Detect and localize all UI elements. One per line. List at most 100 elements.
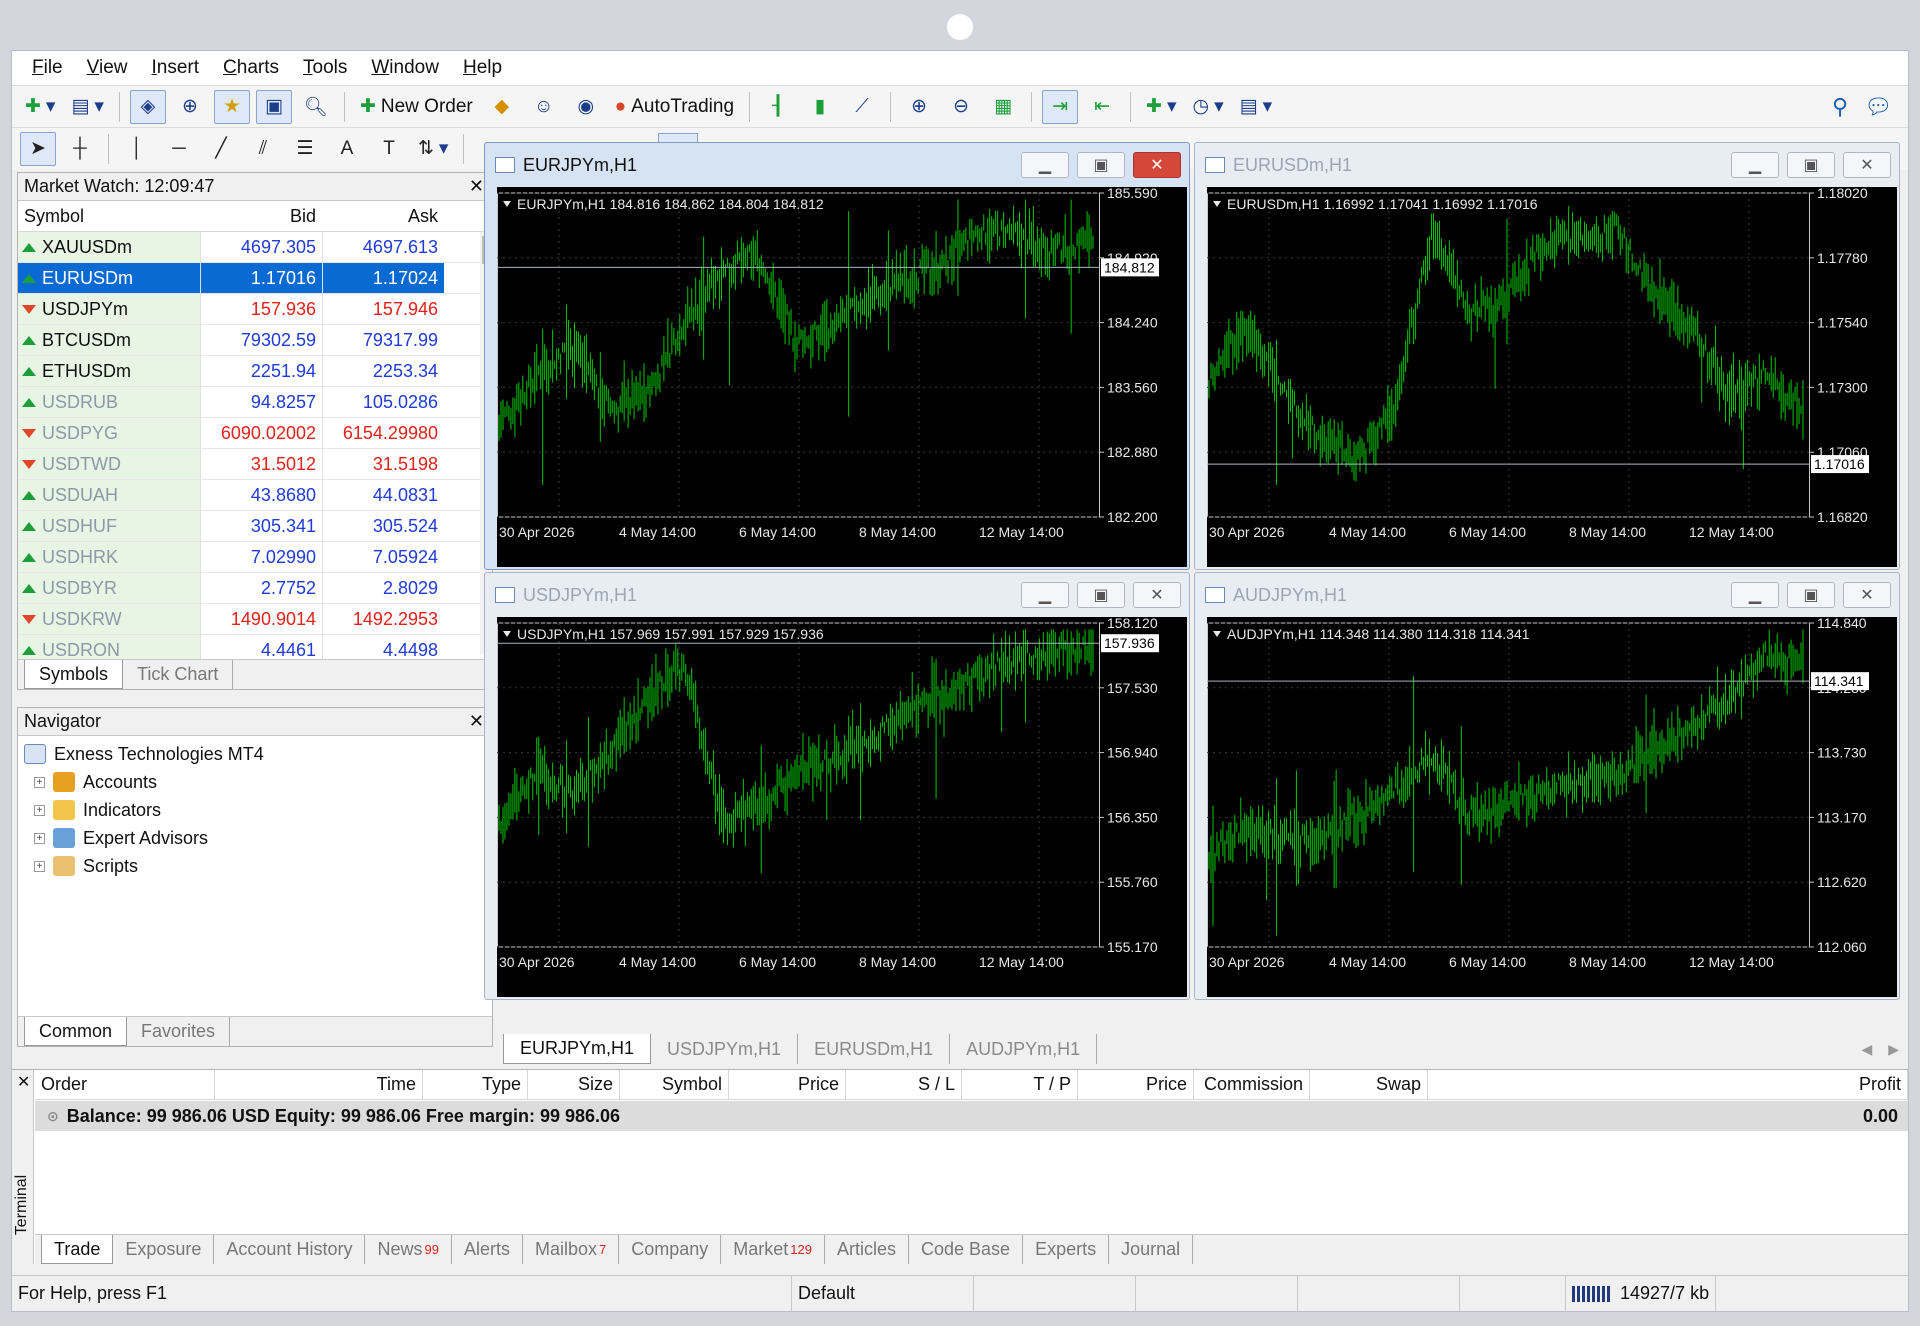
terminal-tab[interactable]: Articles bbox=[825, 1235, 909, 1264]
navigator-item-accounts[interactable]: + Accounts bbox=[24, 768, 492, 796]
trendline-button[interactable]: ╱ bbox=[203, 132, 239, 166]
expand-icon[interactable]: + bbox=[34, 776, 45, 788]
market-watch-row[interactable]: USDUAH 43.8680 44.0831 bbox=[18, 480, 492, 511]
chevron-left-icon[interactable]: ◀ bbox=[1861, 1041, 1872, 1058]
profiles-button[interactable]: ▤ ▾ bbox=[66, 90, 109, 124]
chart-window-titlebar[interactable]: USDJPYm,H1 ▁ ▣ ✕ bbox=[485, 573, 1189, 617]
close-icon[interactable]: ✕ bbox=[469, 711, 484, 732]
market-watch-button[interactable]: ◈ bbox=[129, 89, 166, 124]
maximize-button[interactable]: ▣ bbox=[1787, 152, 1835, 178]
market-watch-row[interactable]: ETHUSDm 2251.94 2253.34 bbox=[18, 356, 492, 387]
minimize-button[interactable]: ▁ bbox=[1731, 152, 1779, 178]
navigator-item-scripts[interactable]: + Scripts bbox=[24, 852, 492, 880]
minimize-button[interactable]: ▁ bbox=[1021, 152, 1069, 178]
menu-view[interactable]: View bbox=[75, 57, 140, 79]
chart-window[interactable]: EURUSDm,H1 ▁ ▣ ✕ 1.18020 1.17780 1.17540 1.1730… bbox=[1194, 142, 1900, 570]
close-button[interactable]: ✕ bbox=[1843, 582, 1891, 608]
chat-icon[interactable]: 💬︎ bbox=[1864, 94, 1892, 120]
close-icon[interactable]: ✕ bbox=[469, 176, 484, 197]
chart-tab[interactable]: USDJPYm,H1 bbox=[651, 1034, 799, 1064]
navigator-root[interactable]: Exness Technologies MT4 bbox=[24, 740, 492, 768]
column-header[interactable]: Order bbox=[35, 1070, 215, 1099]
column-ask[interactable]: Ask bbox=[322, 206, 444, 227]
terminal-button[interactable]: ▣ bbox=[255, 89, 292, 124]
horizontal-line-button[interactable]: ─ bbox=[161, 132, 197, 166]
new-order-button[interactable]: ✚ New Order bbox=[355, 90, 478, 124]
terminal-tab[interactable]: Alerts bbox=[452, 1235, 523, 1264]
zoom-out-button[interactable]: ⊖ bbox=[943, 90, 979, 124]
column-header[interactable]: T / P bbox=[962, 1070, 1078, 1099]
market-watch-row[interactable]: XAUUSDm 4697.305 4697.613 bbox=[18, 232, 492, 263]
expert-button[interactable]: ☺ bbox=[526, 90, 562, 124]
price-chart[interactable]: 114.840114.280113.730113.170112.620112.0… bbox=[1207, 617, 1897, 997]
market-watch-row[interactable]: USDBYR 2.7752 2.8029 bbox=[18, 573, 492, 604]
arrows-button[interactable]: ⇅ ▾ bbox=[413, 132, 453, 166]
status-connection[interactable]: 14927/7 kb bbox=[1566, 1276, 1717, 1311]
column-header[interactable]: Swap bbox=[1310, 1070, 1428, 1099]
market-watch-row[interactable]: EURUSDm 1.17016 1.17024 bbox=[18, 263, 492, 294]
chart-window-titlebar[interactable]: EURUSDm,H1 ▁ ▣ ✕ bbox=[1195, 143, 1899, 187]
market-watch-row[interactable]: USDRUB 94.8257 105.0286 bbox=[18, 387, 492, 418]
terminal-tab[interactable]: Trade bbox=[41, 1235, 114, 1264]
autotrading-button[interactable]: ● AutoTrading bbox=[610, 90, 739, 124]
price-chart[interactable]: 185.590 184.920 184.240 183.560 182.880 182.2… bbox=[497, 187, 1187, 567]
price-chart[interactable]: 1.18020 1.17780 1.17540 1.17300 1.17060 1.168… bbox=[1207, 187, 1897, 567]
chart-window[interactable]: AUDJPYm,H1▁▣✕114.840114.280113.730113.17… bbox=[1194, 572, 1900, 1000]
new-chart-button[interactable]: ✚ ▾ bbox=[20, 90, 60, 124]
navigator-button[interactable]: ★ bbox=[213, 89, 250, 124]
menu-charts[interactable]: Charts bbox=[211, 57, 291, 79]
navigator-item-expert-advisors[interactable]: + Expert Advisors bbox=[24, 824, 492, 852]
status-profile[interactable]: Default bbox=[792, 1276, 974, 1311]
terminal-tab[interactable]: Experts bbox=[1023, 1235, 1110, 1264]
menu-insert[interactable]: Insert bbox=[139, 57, 211, 79]
column-header[interactable]: Type bbox=[423, 1070, 528, 1099]
expand-icon[interactable]: + bbox=[34, 804, 45, 816]
crosshair-button[interactable]: ┼ bbox=[62, 132, 98, 166]
channel-button[interactable]: ⫽ bbox=[245, 132, 281, 166]
terminal-tab[interactable]: Journal bbox=[1109, 1235, 1194, 1264]
column-header[interactable]: Time bbox=[215, 1070, 423, 1099]
tab-favorites[interactable]: Favorites bbox=[127, 1017, 231, 1046]
text-label-button[interactable]: T bbox=[371, 132, 407, 166]
maximize-button[interactable]: ▣ bbox=[1787, 582, 1835, 608]
terminal-tab[interactable]: Company bbox=[619, 1235, 722, 1264]
column-header[interactable]: Size bbox=[528, 1070, 620, 1099]
market-watch-row[interactable]: USDHRK 7.02990 7.05924 bbox=[18, 542, 492, 573]
tab-tick-chart[interactable]: Tick Chart bbox=[123, 660, 234, 689]
text-button[interactable]: A bbox=[329, 132, 365, 166]
minimize-button[interactable]: ▁ bbox=[1021, 582, 1069, 608]
zoom-in-button[interactable]: ⊕ bbox=[901, 90, 937, 124]
menu-window[interactable]: Window bbox=[359, 57, 451, 79]
menu-tools[interactable]: Tools bbox=[291, 57, 359, 79]
chevron-right-icon[interactable]: ▶ bbox=[1888, 1041, 1899, 1058]
strategy-tester-button[interactable]: 🔍︎ bbox=[298, 90, 334, 124]
market-watch-row[interactable]: BTCUSDm 79302.59 79317.99 bbox=[18, 325, 492, 356]
terminal-tab[interactable]: News 99 bbox=[365, 1235, 452, 1264]
bar-chart-button[interactable]: ┨ bbox=[760, 90, 796, 124]
terminal-tab[interactable]: Exposure bbox=[113, 1235, 215, 1264]
menu-file[interactable]: File bbox=[20, 57, 75, 79]
maximize-button[interactable]: ▣ bbox=[1077, 582, 1125, 608]
fibonacci-button[interactable]: ☰ bbox=[287, 132, 323, 166]
cursor-button[interactable]: ➤ bbox=[20, 131, 56, 166]
chart-shift-button[interactable]: ⇤ bbox=[1084, 90, 1120, 124]
data-window-button[interactable]: ⊕ bbox=[172, 90, 208, 124]
tab-symbols[interactable]: Symbols bbox=[24, 660, 124, 689]
tab-common[interactable]: Common bbox=[24, 1017, 128, 1046]
chart-window[interactable]: EURJPYm,H1 ▁ ▣ ✕ 185.590 184.920 184.240 183.56… bbox=[484, 142, 1190, 570]
maximize-button[interactable]: ▣ bbox=[1077, 152, 1125, 178]
market-watch-row[interactable]: USDHUF 305.341 305.524 bbox=[18, 511, 492, 542]
column-header[interactable]: Price bbox=[1078, 1070, 1194, 1099]
column-header[interactable]: S / L bbox=[846, 1070, 962, 1099]
metaeditor-button[interactable]: ◆ bbox=[484, 90, 520, 124]
templates-button[interactable]: ▤ ▾ bbox=[1235, 90, 1278, 124]
expand-icon[interactable]: + bbox=[34, 832, 45, 844]
minimize-button[interactable]: ▁ bbox=[1731, 582, 1779, 608]
auto-scroll-button[interactable]: ⇥ bbox=[1042, 89, 1079, 124]
indicators-button[interactable]: ✚ ▾ bbox=[1141, 90, 1181, 124]
terminal-tab[interactable]: Code Base bbox=[909, 1235, 1024, 1264]
chart-window[interactable]: USDJPYm,H1 ▁ ▣ ✕ 158.120 157.530 156.940 156.35… bbox=[484, 572, 1190, 1000]
terminal-tab[interactable]: Mailbox 7 bbox=[523, 1235, 620, 1264]
menu-help[interactable]: Help bbox=[451, 57, 514, 79]
market-watch-row[interactable]: USDKRW 1490.9014 1492.2953 bbox=[18, 604, 492, 635]
